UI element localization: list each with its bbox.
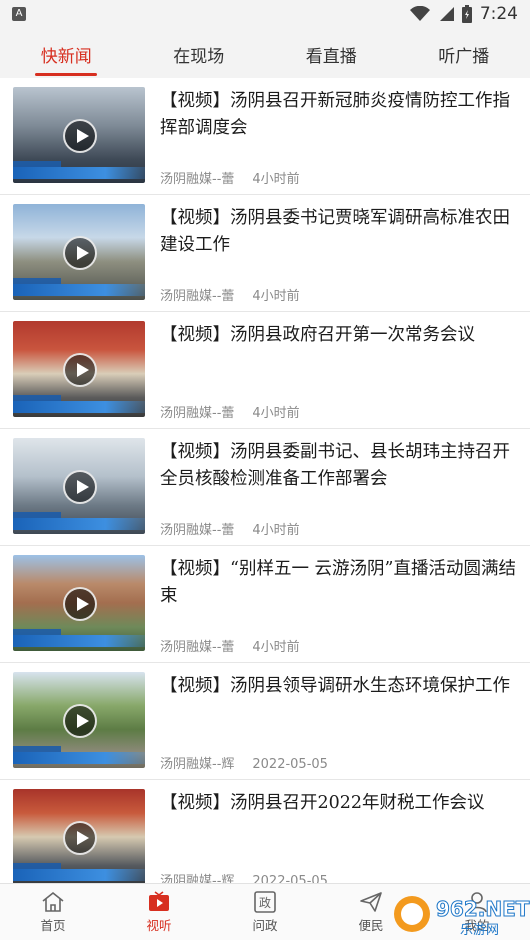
watermark-text: 962.NET: [436, 897, 530, 921]
tab-kuai-xinwen[interactable]: 快新闻: [0, 30, 133, 78]
news-source: 汤阴融媒--蕾: [160, 172, 235, 187]
status-bar: A 7:24: [0, 0, 530, 30]
news-time: 2022-05-05: [252, 757, 328, 772]
government-icon: 政: [254, 890, 276, 913]
play-icon[interactable]: [63, 119, 97, 153]
news-title[interactable]: 【视频】“别样五一 云游汤阴”直播活动圆满结束: [160, 556, 518, 610]
svg-text:政: 政: [259, 896, 271, 910]
news-source: 汤阴融媒--辉: [160, 757, 235, 772]
play-icon[interactable]: [63, 236, 97, 270]
video-thumbnail[interactable]: [13, 204, 145, 300]
news-item[interactable]: 【视频】“别样五一 云游汤阴”直播活动圆满结束 汤阴融媒--蕾 4小时前: [0, 546, 530, 663]
tab-kan-zhibo[interactable]: 看直播: [265, 30, 398, 78]
site-watermark: 962.NET 乐游网: [394, 896, 530, 938]
video-thumbnail[interactable]: [13, 321, 145, 417]
nav-label: 首页: [40, 917, 66, 933]
nav-shiting[interactable]: 视听: [106, 884, 212, 940]
news-item[interactable]: 【视频】汤阴县召开2022年财税工作会议 汤阴融媒--辉 2022-05-05: [0, 780, 530, 884]
news-title[interactable]: 【视频】汤阴县召开新冠肺炎疫情防控工作指挥部调度会: [160, 88, 518, 142]
news-time: 4小时前: [252, 523, 300, 538]
news-time: 4小时前: [252, 289, 300, 304]
news-source: 汤阴融媒--蕾: [160, 289, 235, 304]
news-source: 汤阴融媒--蕾: [160, 406, 235, 421]
watermark-subtext: 乐游网: [460, 923, 499, 938]
news-time: 4小时前: [252, 640, 300, 655]
video-thumbnail[interactable]: [13, 672, 145, 768]
play-icon[interactable]: [63, 704, 97, 738]
notification-badge: A: [12, 7, 26, 21]
news-title[interactable]: 【视频】汤阴县领导调研水生态环境保护工作: [160, 673, 518, 700]
nav-label: 问政: [252, 917, 278, 933]
video-thumbnail[interactable]: [13, 555, 145, 651]
battery-icon: [461, 5, 472, 23]
play-icon[interactable]: [63, 470, 97, 504]
news-item[interactable]: 【视频】汤阴县召开新冠肺炎疫情防控工作指挥部调度会 汤阴融媒--蕾 4小时前: [0, 78, 530, 195]
news-list: 【视频】汤阴县召开新冠肺炎疫情防控工作指挥部调度会 汤阴融媒--蕾 4小时前 【视…: [0, 78, 530, 884]
news-title[interactable]: 【视频】汤阴县委书记贾晓军调研高标准农田建设工作: [160, 205, 518, 259]
news-item[interactable]: 【视频】汤阴县委副书记、县长胡玮主持召开全员核酸检测准备工作部署会 汤阴融媒--…: [0, 429, 530, 546]
clock: 7:24: [479, 4, 518, 24]
news-time: 4小时前: [252, 406, 300, 421]
tv-icon: [149, 890, 169, 911]
nav-label: 便民: [358, 917, 384, 933]
news-source: 汤阴融媒--蕾: [160, 640, 235, 655]
video-thumbnail[interactable]: [13, 789, 145, 884]
play-icon[interactable]: [63, 821, 97, 855]
tab-zai-xianchang[interactable]: 在现场: [133, 30, 266, 78]
nav-home[interactable]: 首页: [0, 884, 106, 940]
send-icon: [360, 891, 382, 912]
news-title[interactable]: 【视频】汤阴县召开2022年财税工作会议: [160, 790, 518, 817]
video-thumbnail[interactable]: [13, 438, 145, 534]
video-thumbnail[interactable]: [13, 87, 145, 183]
play-icon[interactable]: [63, 587, 97, 621]
news-title[interactable]: 【视频】汤阴县政府召开第一次常务会议: [160, 322, 518, 349]
nav-wenzheng[interactable]: 政 问政: [212, 884, 318, 940]
news-source: 汤阴融媒--蕾: [160, 523, 235, 538]
news-time: 4小时前: [252, 172, 300, 187]
play-icon[interactable]: [63, 353, 97, 387]
top-tabs: 快新闻 在现场 看直播 听广播: [0, 30, 530, 78]
tab-ting-guangbo[interactable]: 听广播: [398, 30, 530, 78]
nav-label: 视听: [146, 917, 172, 933]
news-item[interactable]: 【视频】汤阴县领导调研水生态环境保护工作 汤阴融媒--辉 2022-05-05: [0, 663, 530, 780]
news-title[interactable]: 【视频】汤阴县委副书记、县长胡玮主持召开全员核酸检测准备工作部署会: [160, 439, 518, 493]
news-item[interactable]: 【视频】汤阴县委书记贾晓军调研高标准农田建设工作 汤阴融媒--蕾 4小时前: [0, 195, 530, 312]
cellular-icon: [439, 7, 454, 21]
home-icon: [42, 891, 64, 912]
news-item[interactable]: 【视频】汤阴县政府召开第一次常务会议 汤阴融媒--蕾 4小时前: [0, 312, 530, 429]
wifi-icon: [409, 6, 430, 21]
